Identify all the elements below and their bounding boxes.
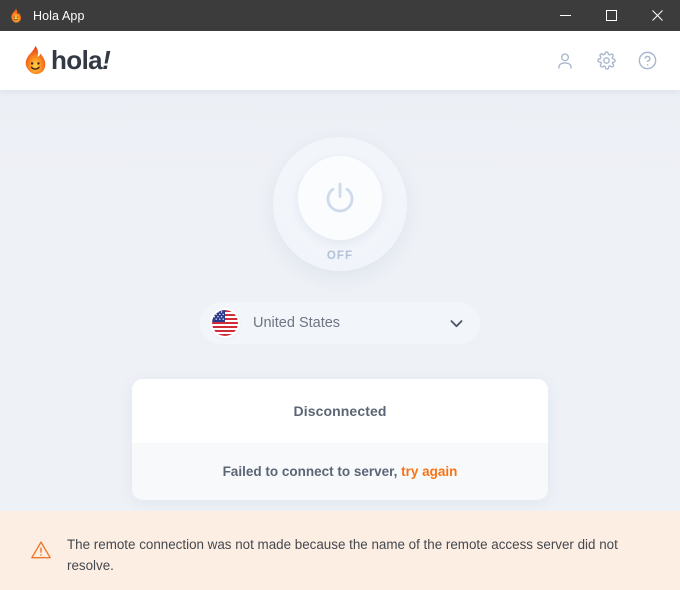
- error-prefix: Failed to connect to server,: [222, 464, 398, 479]
- chevron-down-icon[interactable]: [447, 314, 466, 333]
- app-window: Hola App hola! OFF United States Disconn…: [0, 0, 680, 590]
- power-state-label: OFF: [326, 250, 354, 262]
- connection-status-text: Disconnected: [293, 403, 387, 419]
- settings-icon[interactable]: [595, 50, 617, 72]
- window-controls: [542, 0, 680, 31]
- window-title: Hola App: [33, 8, 85, 23]
- close-button[interactable]: [634, 0, 680, 31]
- try-again-link[interactable]: try again: [401, 464, 457, 479]
- logo-word: hola: [51, 44, 103, 75]
- window-titlebar: Hola App: [0, 0, 680, 31]
- logo-wordmark: hola!: [51, 44, 111, 75]
- warning-banner-text: The remote connection was not made becau…: [67, 537, 618, 573]
- power-inner-circle: [298, 156, 382, 240]
- logo-exclamation: !: [102, 44, 111, 75]
- flame-icon: [8, 8, 24, 24]
- flame-logo-icon: [20, 45, 50, 77]
- connection-error-text: Failed to connect to server, try again: [223, 464, 458, 479]
- status-card: Disconnected Failed to connect to server…: [132, 379, 548, 500]
- header-actions: [554, 50, 658, 72]
- minimize-button[interactable]: [542, 0, 588, 31]
- help-icon[interactable]: [636, 50, 658, 72]
- connection-status-row: Disconnected: [132, 379, 548, 443]
- power-toggle[interactable]: OFF: [273, 137, 407, 271]
- app-header: hola!: [0, 31, 680, 90]
- warning-triangle-icon: [30, 539, 52, 561]
- connection-error-row: Failed to connect to server, try again: [132, 443, 548, 500]
- country-name: United States: [253, 315, 341, 331]
- us-flag-icon: [212, 310, 238, 336]
- maximize-button[interactable]: [588, 0, 634, 31]
- warning-banner: The remote connection was not made becau…: [0, 511, 680, 590]
- power-icon: [326, 182, 354, 213]
- account-icon[interactable]: [554, 50, 576, 72]
- country-selector[interactable]: United States: [200, 302, 480, 344]
- main-content: OFF United States Disconnected Failed to…: [0, 90, 680, 511]
- hola-logo: hola!: [20, 44, 111, 77]
